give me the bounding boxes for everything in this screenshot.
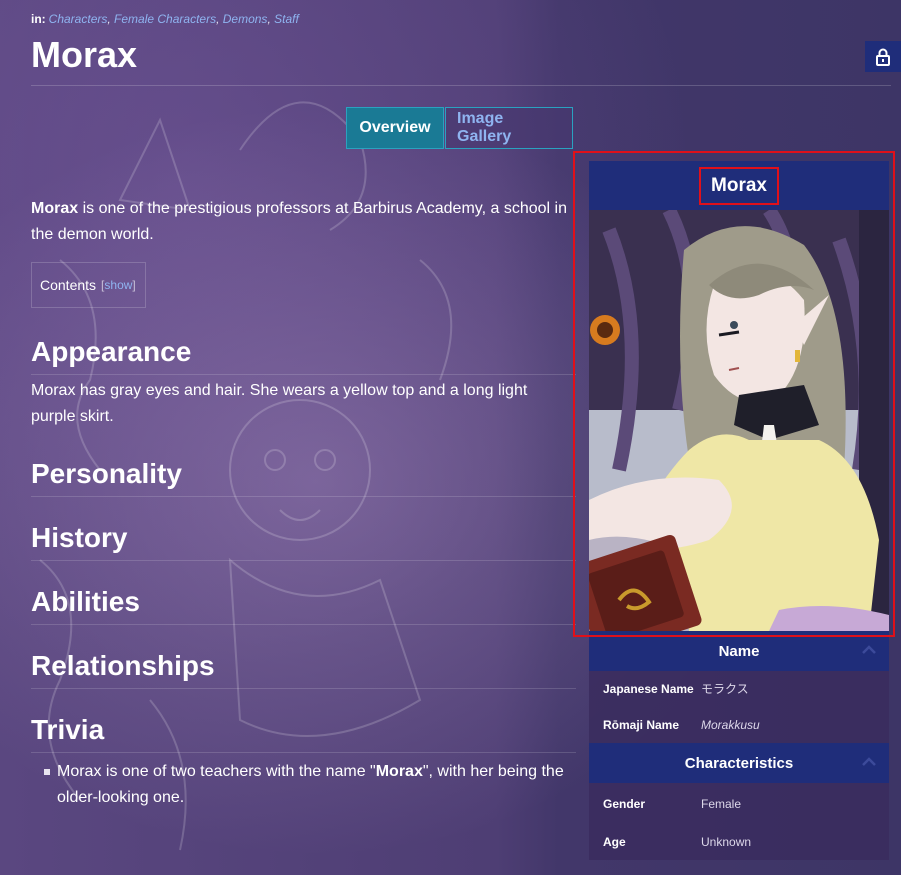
gender-value: Female — [701, 797, 742, 811]
character-portrait — [589, 210, 889, 631]
appearance-text: Morax has gray eyes and hair. She wears … — [31, 382, 528, 425]
heading-abilities: Abilities — [31, 586, 576, 625]
character-image[interactable] — [589, 210, 889, 631]
infobox-name-header[interactable]: Name — [589, 631, 889, 671]
title-divider — [31, 85, 891, 86]
heading-appearance: Appearance — [31, 336, 576, 375]
chevron-up-icon[interactable] — [861, 642, 877, 658]
tab-overview[interactable]: Overview — [346, 107, 444, 149]
trivia-bold-name: Morax — [375, 763, 423, 780]
age-label: Age — [603, 835, 626, 849]
infobox-characteristics-header[interactable]: Characteristics — [589, 743, 889, 783]
heading-personality: Personality — [31, 458, 576, 497]
chevron-up-icon[interactable] — [861, 754, 877, 770]
japanese-name-label: Japanese Name — [603, 682, 694, 696]
age-value: Unknown — [701, 835, 752, 849]
lead-paragraph: Morax is one of the prestigious professo… — [31, 196, 576, 248]
japanese-name-value: モラクス — [701, 682, 749, 696]
category-link-demons[interactable]: Demons — [223, 12, 268, 26]
infobox-row-japanese-name: Japanese Name モラクス — [589, 671, 889, 707]
infobox-row-gender: Gender Female — [589, 783, 889, 822]
category-list: in: Characters, Female Characters, Demons… — [31, 12, 299, 26]
heading-relationships: Relationships — [31, 650, 576, 689]
category-link-female-characters[interactable]: Female Characters — [114, 12, 216, 26]
heading-trivia: Trivia — [31, 714, 576, 753]
tab-image-gallery[interactable]: Image Gallery — [445, 107, 573, 149]
lead-name: Morax — [31, 200, 79, 217]
protection-button[interactable] — [865, 41, 901, 72]
page-tabs: Overview Image Gallery — [346, 107, 573, 149]
gender-label: Gender — [603, 797, 646, 811]
infobox-title-bar: Morax — [589, 161, 889, 210]
romaji-name-label: Rōmaji Name — [603, 718, 680, 732]
category-prefix: in: — [31, 12, 46, 26]
lead-text: is one of the prestigious professors at … — [31, 200, 567, 243]
infobox-row-romaji-name: Rōmaji Name Morakkusu — [589, 707, 889, 743]
romaji-name-value: Morakkusu — [701, 718, 760, 732]
character-infobox: Morax Name Japanese Name モラクス Rōmaji Nam… — [589, 161, 889, 860]
trivia-item: Morax is one of two teachers with the na… — [44, 759, 567, 811]
page-title: Morax — [31, 34, 138, 75]
infobox-row-age: Age Unknown — [589, 822, 889, 860]
toc-show-toggle[interactable]: show — [104, 278, 132, 292]
toc-label: Contents — [40, 277, 97, 293]
name-header-label: Name — [718, 642, 760, 660]
category-link-staff[interactable]: Staff — [274, 12, 299, 26]
category-link-characters[interactable]: Characters — [49, 12, 108, 26]
characteristics-header-label: Characteristics — [684, 754, 794, 772]
infobox-title: Morax — [699, 166, 779, 205]
lock-icon — [876, 48, 890, 66]
table-of-contents: Contents [show] — [31, 262, 146, 308]
heading-history: History — [31, 522, 576, 561]
toc-close-bracket: ] — [132, 278, 136, 292]
